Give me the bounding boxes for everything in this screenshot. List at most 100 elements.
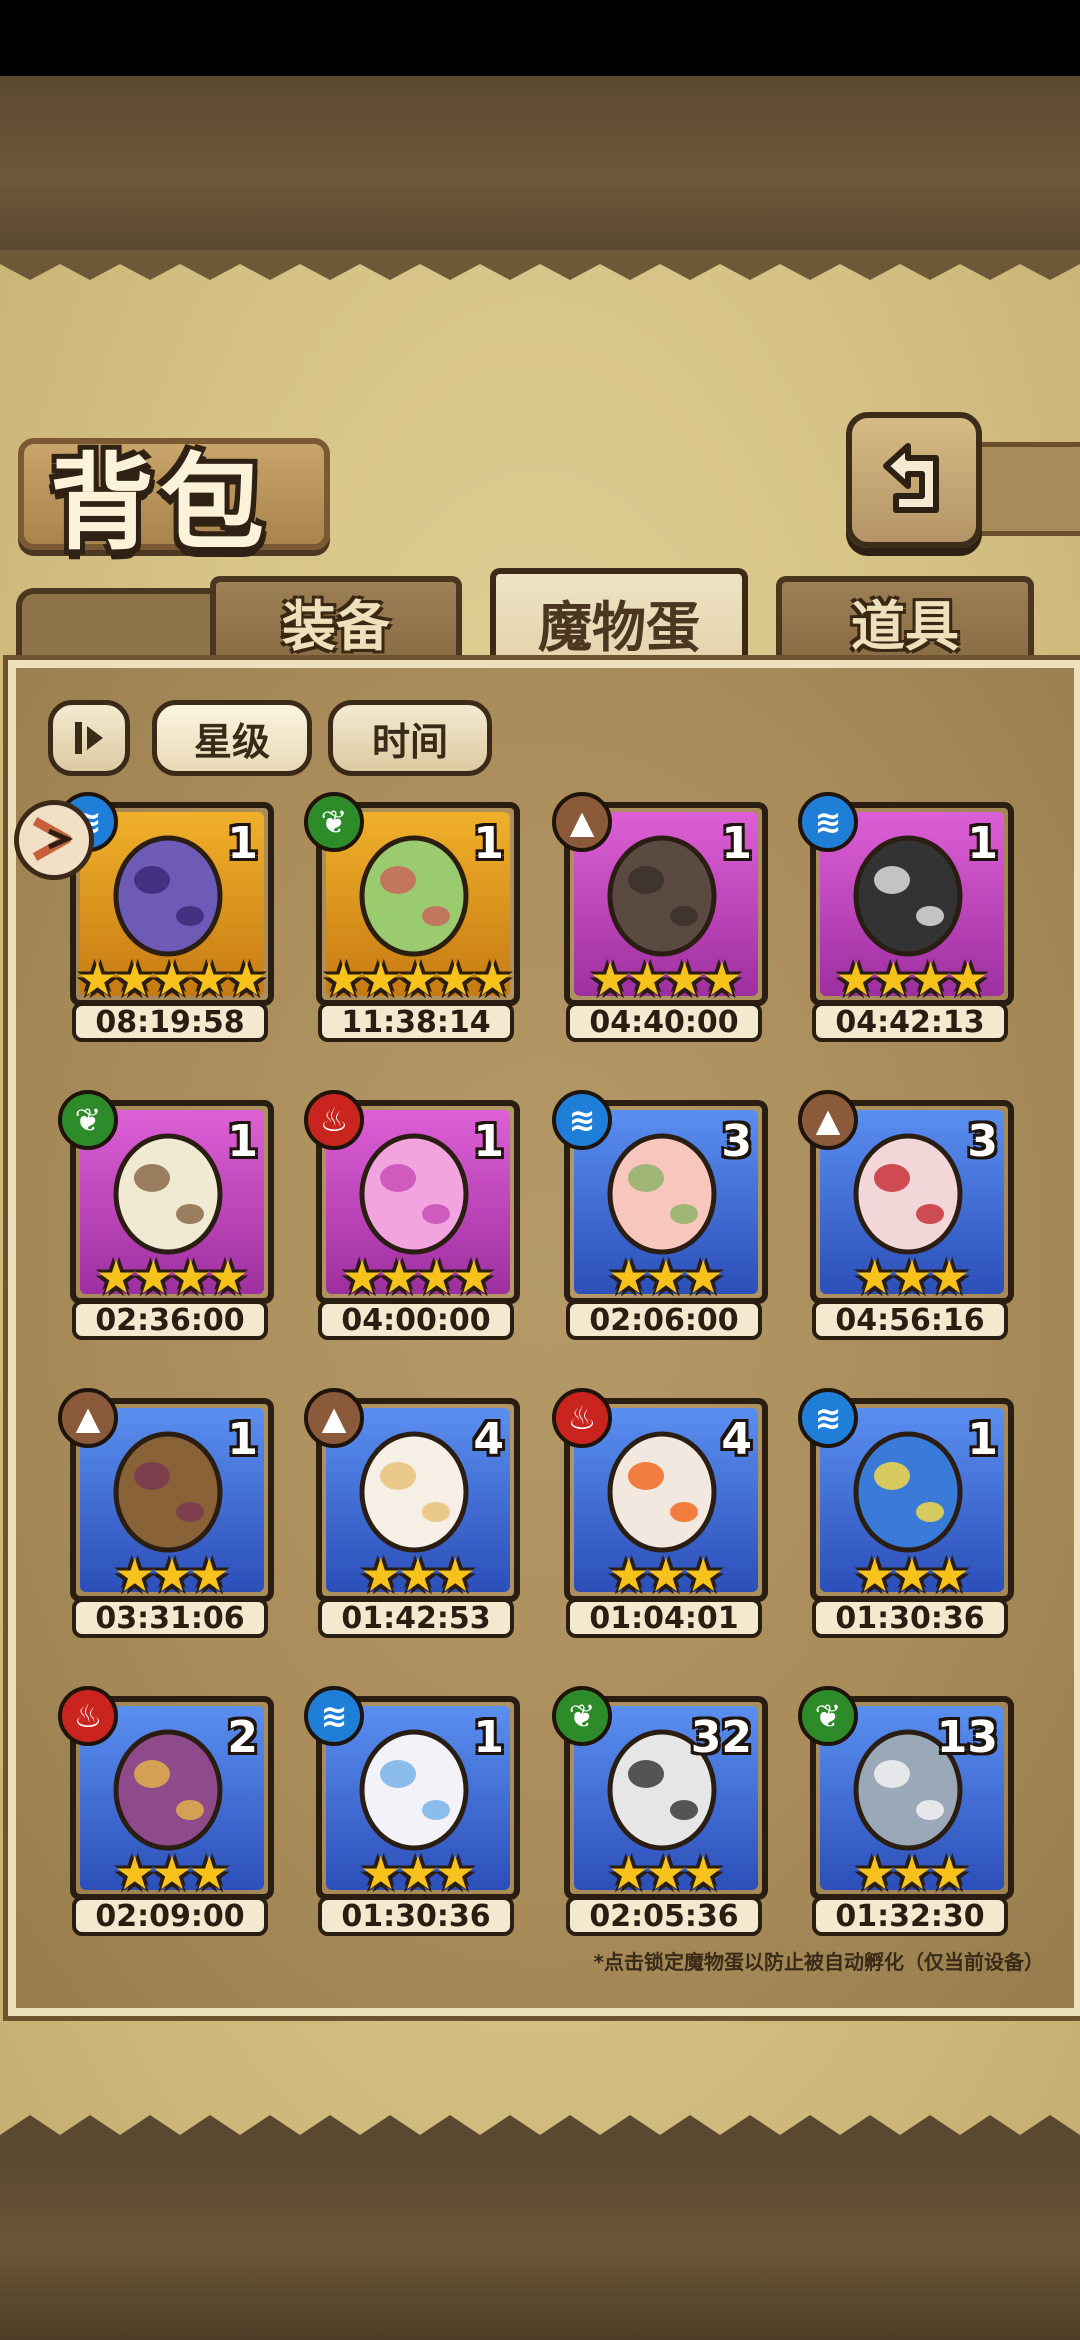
star-rating: ★★★ <box>570 1850 762 1896</box>
star-icon: ★ <box>872 952 914 1006</box>
star-icon: ★ <box>76 952 119 1006</box>
sort-by-star-button[interactable]: 星级 <box>152 700 312 776</box>
star-rating: ★★★ <box>816 1254 1008 1300</box>
earth-element-icon: ▲ <box>552 792 612 852</box>
star-rating: ★★★★ <box>570 956 762 1002</box>
back-button[interactable] <box>846 412 982 548</box>
star-icon: ★ <box>608 1846 650 1900</box>
tab-items[interactable]: 道具 <box>776 576 1034 660</box>
egg-count: 32 <box>690 1712 752 1763</box>
star-icon: ★ <box>341 1250 383 1304</box>
star-icon: ★ <box>891 1846 933 1900</box>
star-icon: ★ <box>188 1548 230 1602</box>
star-icon: ★ <box>854 1548 896 1602</box>
star-icon: ★ <box>95 1250 137 1304</box>
star-rating: ★★★ <box>76 1552 268 1598</box>
star-rating: ★★★★★ <box>322 956 514 1002</box>
star-icon: ★ <box>589 952 631 1006</box>
star-icon: ★ <box>645 1846 687 1900</box>
tab-equipment[interactable]: 装备 <box>210 576 462 660</box>
star-icon: ★ <box>114 1548 156 1602</box>
star-icon: ★ <box>854 1846 896 1900</box>
hatch-timer: 02:05:36 <box>566 1896 762 1936</box>
star-icon: ★ <box>225 952 268 1006</box>
star-icon: ★ <box>322 952 365 1006</box>
star-icon: ★ <box>645 1250 687 1304</box>
star-icon: ★ <box>701 952 743 1006</box>
star-rating: ★★★ <box>322 1552 514 1598</box>
hatch-timer: 04:40:00 <box>566 1002 762 1042</box>
star-icon: ★ <box>434 952 476 1006</box>
hatch-timer: 04:56:16 <box>812 1300 1008 1340</box>
water-element-icon: ≋ <box>798 792 858 852</box>
hatch-timer: 02:09:00 <box>72 1896 268 1936</box>
status-bar <box>0 0 1080 76</box>
star-icon: ★ <box>928 1846 970 1900</box>
star-icon: ★ <box>928 1250 970 1304</box>
star-icon: ★ <box>114 1846 156 1900</box>
star-rating: ★★★★ <box>76 1254 268 1300</box>
hatch-timer: 11:38:14 <box>318 1002 514 1042</box>
tab-bar-left-decor <box>16 588 242 664</box>
nature-element-icon: ❦ <box>58 1090 118 1150</box>
sort-order-button[interactable] <box>48 700 130 776</box>
egg-count: 2 <box>227 1712 258 1763</box>
star-icon: ★ <box>910 952 952 1006</box>
hatch-timer: 01:30:36 <box>318 1896 514 1936</box>
sort-toggle-icon <box>75 722 103 754</box>
paper-torn-edge-top <box>0 250 1080 280</box>
hatch-timer: 03:31:06 <box>72 1598 268 1638</box>
star-rating: ★★★ <box>816 1552 1008 1598</box>
egg-count: 1 <box>473 818 504 869</box>
star-icon: ★ <box>360 1548 402 1602</box>
fire-element-icon: ♨ <box>58 1686 118 1746</box>
nature-element-icon: ❦ <box>552 1686 612 1746</box>
star-icon: ★ <box>608 1250 650 1304</box>
star-icon: ★ <box>928 1548 970 1602</box>
egg-count: 3 <box>967 1116 998 1167</box>
fire-element-icon: ♨ <box>552 1388 612 1448</box>
hatch-timer: 01:04:01 <box>566 1598 762 1638</box>
star-icon: ★ <box>170 1250 212 1304</box>
star-rating: ★★★ <box>76 1850 268 1896</box>
sort-by-time-button[interactable]: 时间 <box>328 700 492 776</box>
egg-count: 4 <box>721 1414 752 1465</box>
star-icon: ★ <box>891 1250 933 1304</box>
star-icon: ★ <box>682 1846 724 1900</box>
egg-count: 1 <box>967 1414 998 1465</box>
star-icon: ★ <box>453 1250 495 1304</box>
egg-count: 1 <box>227 818 258 869</box>
lock-toggle-button[interactable] <box>14 800 94 880</box>
star-rating: ★★★ <box>322 1850 514 1896</box>
hatch-timer: 01:32:30 <box>812 1896 1008 1936</box>
header-backdrop <box>0 76 1080 251</box>
water-element-icon: ≋ <box>304 1686 364 1746</box>
star-icon: ★ <box>360 1846 402 1900</box>
star-icon: ★ <box>114 952 156 1006</box>
star-icon: ★ <box>471 952 514 1006</box>
star-icon: ★ <box>397 1846 439 1900</box>
water-element-icon: ≋ <box>552 1090 612 1150</box>
earth-element-icon: ▲ <box>304 1388 364 1448</box>
star-icon: ★ <box>151 1846 193 1900</box>
star-icon: ★ <box>682 1548 724 1602</box>
star-icon: ★ <box>608 1548 650 1602</box>
earth-element-icon: ▲ <box>58 1388 118 1448</box>
star-rating: ★★★★ <box>816 956 1008 1002</box>
fire-element-icon: ♨ <box>304 1090 364 1150</box>
star-icon: ★ <box>378 1250 420 1304</box>
star-icon: ★ <box>132 1250 174 1304</box>
star-icon: ★ <box>434 1548 476 1602</box>
water-element-icon: ≋ <box>798 1388 858 1448</box>
star-icon: ★ <box>645 1548 687 1602</box>
egg-count: 3 <box>721 1116 752 1167</box>
hatch-timer: 08:19:58 <box>72 1002 268 1042</box>
star-icon: ★ <box>947 952 989 1006</box>
egg-count: 13 <box>936 1712 998 1763</box>
star-icon: ★ <box>664 952 706 1006</box>
tab-monster-eggs[interactable]: 魔物蛋 <box>490 568 748 670</box>
lock-arrow-icon <box>32 817 74 861</box>
star-icon: ★ <box>434 1846 476 1900</box>
star-icon: ★ <box>835 952 877 1006</box>
egg-count: 1 <box>473 1116 504 1167</box>
